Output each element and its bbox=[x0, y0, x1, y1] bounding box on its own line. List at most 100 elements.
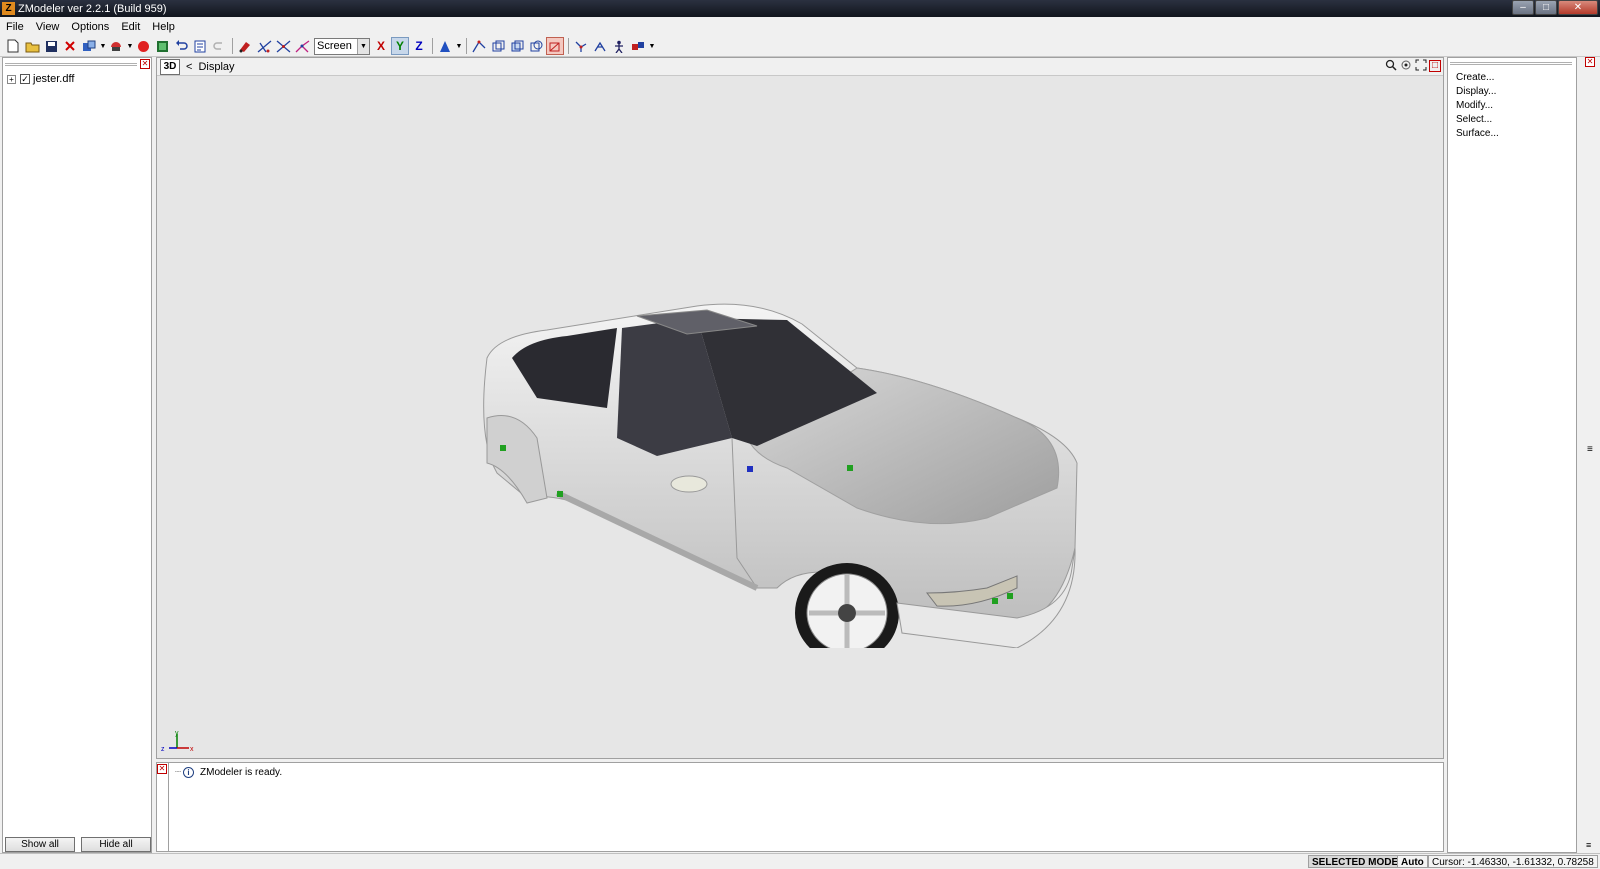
object-select-icon[interactable] bbox=[508, 37, 526, 55]
orbit-icon[interactable] bbox=[1399, 59, 1413, 73]
panel-grip bbox=[5, 63, 137, 66]
menu-edit[interactable]: Edit bbox=[115, 21, 146, 33]
resize-grip-icon[interactable]: ≡ bbox=[1586, 840, 1591, 850]
app-icon: Z bbox=[2, 2, 15, 15]
paint-tool-icon[interactable] bbox=[236, 37, 254, 55]
axis-z-toggle[interactable]: Z bbox=[410, 37, 428, 55]
box-select-icon[interactable] bbox=[489, 37, 507, 55]
redo-icon bbox=[210, 37, 228, 55]
toolbar-separator bbox=[432, 38, 433, 54]
menu-bar: File View Options Edit Help bbox=[0, 17, 1600, 36]
log-message: ┈ i ZModeler is ready. bbox=[175, 767, 282, 778]
close-panel-icon[interactable]: ✕ bbox=[140, 59, 150, 69]
toolbar-separator bbox=[232, 38, 233, 54]
viewport-header: 3D < Display □ bbox=[157, 58, 1443, 76]
tree-item[interactable]: + ✓ jester.dff bbox=[7, 73, 74, 85]
coordinate-system-value: Screen bbox=[317, 40, 352, 52]
select-link[interactable]: Select... bbox=[1456, 113, 1499, 127]
title-bar: Z ZModeler ver 2.2.1 (Build 959) – □ ✕ bbox=[0, 0, 1600, 17]
select-mode-icon[interactable] bbox=[470, 37, 488, 55]
material-icon[interactable] bbox=[134, 37, 152, 55]
close-file-icon[interactable] bbox=[61, 37, 79, 55]
viewport-tools: □ bbox=[1383, 59, 1441, 73]
vertex-mode-dropdown-icon[interactable]: ▼ bbox=[455, 43, 463, 50]
back-nav-icon[interactable]: < bbox=[186, 61, 192, 73]
vertex-mode-icon[interactable] bbox=[436, 37, 454, 55]
window-controls: – □ ✕ bbox=[1511, 0, 1598, 15]
texture-icon[interactable] bbox=[153, 37, 171, 55]
polygon-select-icon[interactable] bbox=[527, 37, 545, 55]
axis-y-toggle[interactable]: Y bbox=[391, 37, 409, 55]
coordinate-system-select[interactable]: Screen ▼ bbox=[314, 37, 370, 55]
log-message-text: ZModeler is ready. bbox=[200, 767, 283, 778]
panel-grip bbox=[1450, 62, 1572, 65]
menu-file[interactable]: File bbox=[0, 21, 30, 33]
splitter-grip-icon[interactable]: ≡ bbox=[1587, 444, 1593, 455]
window-title: ZModeler ver 2.2.1 (Build 959) bbox=[18, 2, 167, 15]
right-panel-strip: ✕ ≡ ≡ bbox=[1580, 57, 1600, 853]
visibility-checkbox[interactable]: ✓ bbox=[20, 74, 30, 84]
toolbar-separator bbox=[568, 38, 569, 54]
scene-objects-dropdown-icon[interactable]: ▼ bbox=[648, 43, 656, 50]
gizmo-x-label: x bbox=[190, 746, 194, 753]
close-log-icon[interactable]: ✕ bbox=[157, 764, 167, 774]
menu-view[interactable]: View bbox=[30, 21, 66, 33]
import-dropdown-icon[interactable]: ▼ bbox=[99, 43, 107, 50]
maximize-button[interactable]: □ bbox=[1535, 0, 1557, 15]
command-links: Create... Display... Modify... Select...… bbox=[1456, 71, 1499, 141]
gizmo-z-label: z bbox=[161, 746, 165, 753]
lock-selection-icon[interactable] bbox=[546, 37, 564, 55]
modify-link[interactable]: Modify... bbox=[1456, 99, 1499, 113]
visibility-buttons: Show all Hide all bbox=[5, 837, 151, 852]
save-icon[interactable] bbox=[42, 37, 60, 55]
expand-icon[interactable]: + bbox=[7, 74, 16, 84]
status-bar: SELECTED MODE Auto Cursor: -1.46330, -1.… bbox=[0, 853, 1600, 868]
axis-gizmo: y z x bbox=[161, 730, 194, 753]
character-icon[interactable] bbox=[610, 37, 628, 55]
minimize-button[interactable]: – bbox=[1512, 0, 1534, 15]
skeleton-icon[interactable] bbox=[572, 37, 590, 55]
import-icon[interactable] bbox=[80, 37, 98, 55]
close-panel-icon[interactable]: ✕ bbox=[1585, 57, 1595, 67]
viewport-3d[interactable]: 3D < Display □ y z x bbox=[156, 57, 1444, 759]
log-panel: ✕ ┈ i ZModeler is ready. bbox=[156, 762, 1444, 852]
export-dropdown-icon[interactable]: ▼ bbox=[126, 43, 134, 50]
scale-tool-icon[interactable] bbox=[293, 37, 311, 55]
axis-x-toggle[interactable]: X bbox=[372, 37, 390, 55]
object-tree-panel: ✕ + ✓ jester.dff Show all Hide all bbox=[2, 57, 152, 853]
tree-item-label[interactable]: jester.dff bbox=[33, 73, 74, 85]
surface-link[interactable]: Surface... bbox=[1456, 127, 1499, 141]
menu-options[interactable]: Options bbox=[65, 21, 115, 33]
rotate-tool-icon[interactable] bbox=[274, 37, 292, 55]
export-icon[interactable] bbox=[107, 37, 125, 55]
display-link[interactable]: Display... bbox=[1456, 85, 1499, 99]
tree-connector: ┈ bbox=[175, 767, 182, 778]
properties-icon[interactable] bbox=[191, 37, 209, 55]
car-model-render bbox=[483, 303, 1078, 648]
create-link[interactable]: Create... bbox=[1456, 71, 1499, 85]
scene-objects-icon[interactable] bbox=[629, 37, 647, 55]
close-button[interactable]: ✕ bbox=[1558, 0, 1598, 15]
gizmo-y-label: y bbox=[175, 730, 179, 737]
toolbar-separator bbox=[466, 38, 467, 54]
selected-mode-indicator: SELECTED MODE bbox=[1308, 855, 1403, 868]
show-all-button[interactable]: Show all bbox=[5, 837, 75, 852]
command-panel: Create... Display... Modify... Select...… bbox=[1447, 57, 1577, 853]
viewport-display-label[interactable]: Display bbox=[198, 61, 234, 73]
open-folder-icon[interactable] bbox=[23, 37, 41, 55]
info-icon: i bbox=[183, 767, 195, 778]
auto-indicator: Auto bbox=[1397, 855, 1428, 868]
zoom-extents-icon[interactable] bbox=[1414, 59, 1428, 73]
maximize-viewport-icon[interactable]: □ bbox=[1429, 60, 1441, 72]
undo-icon[interactable] bbox=[172, 37, 190, 55]
main-toolbar: ▼ ▼ Screen ▼ X Y Z ▼ ▼ bbox=[0, 36, 1600, 57]
zoom-icon[interactable] bbox=[1384, 59, 1398, 73]
move-tool-icon[interactable] bbox=[255, 37, 273, 55]
viewport-mode-tag[interactable]: 3D bbox=[160, 58, 180, 75]
menu-help[interactable]: Help bbox=[146, 21, 181, 33]
bone-icon[interactable] bbox=[591, 37, 609, 55]
new-file-icon[interactable] bbox=[4, 37, 22, 55]
chevron-down-icon: ▼ bbox=[357, 38, 369, 54]
hide-all-button[interactable]: Hide all bbox=[81, 837, 151, 852]
cursor-coordinates: Cursor: -1.46330, -1.61332, 0.78258 bbox=[1428, 855, 1598, 868]
